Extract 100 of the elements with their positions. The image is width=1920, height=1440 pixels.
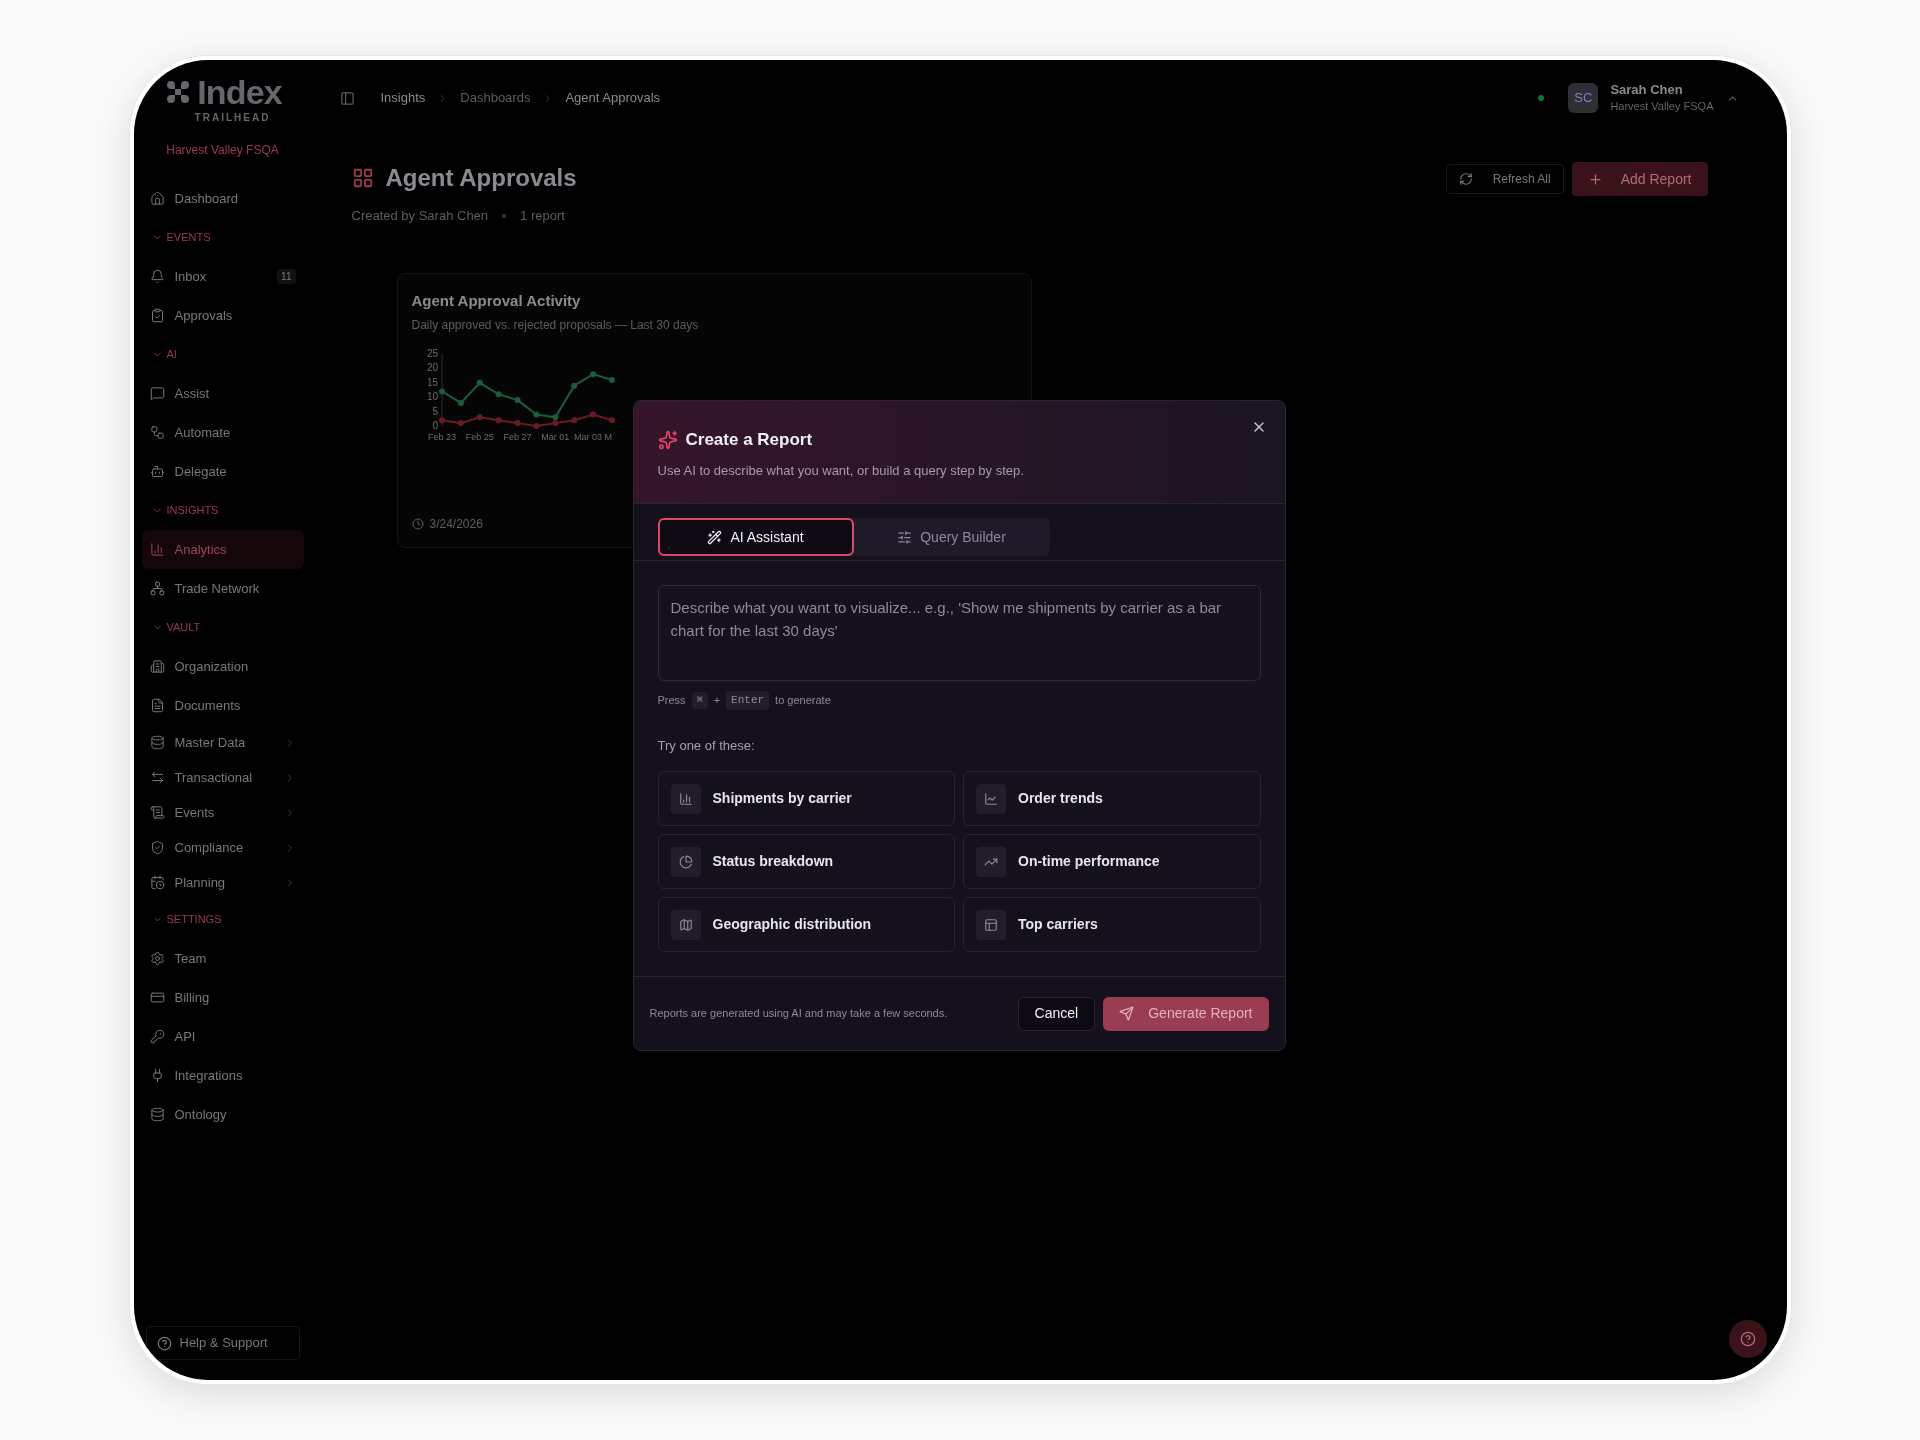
nav-icon xyxy=(149,425,165,440)
sidebar-item[interactable]: Inbox 11 xyxy=(141,257,304,296)
suggestion-button[interactable]: Top carriers xyxy=(963,897,1261,952)
sidebar-item[interactable]: Organization xyxy=(141,647,304,686)
x-tick-label: Feb 25 xyxy=(465,432,494,442)
breadcrumb-link[interactable]: Insights xyxy=(380,88,426,108)
breadcrumb-link[interactable]: Dashboards xyxy=(460,88,531,108)
tab[interactable]: Query Builder xyxy=(853,518,1050,556)
org-name: Harvest Valley FSQA xyxy=(166,142,279,159)
y-tick-label: 20 xyxy=(426,362,438,374)
sidebar-item[interactable]: Compliance xyxy=(141,830,304,865)
nav-icon xyxy=(149,542,165,557)
suggestion-button[interactable]: Status breakdown xyxy=(657,834,955,889)
nav-icon xyxy=(149,698,165,713)
y-axis: 0 5 10 15 20 25 xyxy=(426,348,442,431)
clock-icon xyxy=(411,517,424,530)
help-support-button[interactable]: Help & Support xyxy=(145,1326,300,1360)
card-title: Agent Approval Activity xyxy=(411,290,582,311)
data-point xyxy=(476,379,483,386)
prompt-field[interactable]: Describe what you want to visualize... e.g., 'Show me shipments by carrier as a bar chart for the last 30 days' xyxy=(657,585,1261,681)
suggestion-button[interactable]: Shipments by carrier xyxy=(657,771,955,826)
send-icon xyxy=(1119,1006,1135,1021)
hint-text: to generate xyxy=(775,693,831,708)
data-point xyxy=(589,411,596,418)
nav-icon xyxy=(149,951,165,966)
sidebar-item[interactable]: Documents xyxy=(141,686,304,725)
user-name: Sarah Chen xyxy=(1610,82,1684,98)
sidebar-item[interactable]: Trade Network xyxy=(141,569,304,608)
section-header[interactable]: INSIGHTS xyxy=(133,491,312,530)
sidebar-item[interactable]: Delegate xyxy=(141,452,304,491)
y-tick-label: 10 xyxy=(426,391,438,403)
data-point xyxy=(608,417,615,424)
help-icon xyxy=(156,1335,172,1351)
nav-icon xyxy=(149,308,165,323)
suggestions-label: Try one of these: xyxy=(657,736,756,755)
sidebar-item[interactable]: API xyxy=(141,1017,304,1056)
breadcrumb-link[interactable]: Agent Approvals xyxy=(565,88,661,108)
chart-type-icon xyxy=(976,846,1006,877)
add-report-button[interactable]: Add Report xyxy=(1571,162,1708,196)
nav-icon xyxy=(149,840,165,855)
sidebar-item[interactable]: Ontology xyxy=(141,1095,304,1134)
nav-icon xyxy=(149,269,165,284)
sidebar-item[interactable]: Events xyxy=(141,795,304,830)
sidebar-item[interactable]: Automate xyxy=(141,413,304,452)
x-tick-label: Feb 27 xyxy=(503,432,532,442)
data-point xyxy=(532,411,539,418)
nav-icon xyxy=(149,386,165,401)
x-tick-label: Mar 03 M xyxy=(573,432,612,442)
suggestion-button[interactable]: Geographic distribution xyxy=(657,897,955,952)
page-meta: Created by Sarah Chen xyxy=(351,207,489,225)
suggestion-button[interactable]: On-time performance xyxy=(963,834,1261,889)
hint-text: + xyxy=(713,693,721,708)
sidebar-item[interactable]: Master Data xyxy=(141,725,304,760)
sidebar-toggle-icon[interactable] xyxy=(339,90,355,106)
nav-icon xyxy=(149,735,165,750)
nav-icon xyxy=(149,659,165,674)
key-cap: ⌘ xyxy=(691,691,708,709)
hint-text: Press xyxy=(657,693,686,708)
dialog-title: Create a Report xyxy=(685,429,813,451)
user-org: Harvest Valley FSQA xyxy=(1610,99,1714,114)
data-point xyxy=(495,391,502,398)
nav-icon xyxy=(149,1107,165,1122)
nav-icon xyxy=(149,191,165,206)
page-meta: 1 report xyxy=(520,207,565,225)
sidebar-item[interactable]: Approvals xyxy=(141,296,304,335)
section-header[interactable]: SETTINGS xyxy=(133,900,312,939)
section-header[interactable]: EVENTS xyxy=(133,218,312,257)
sidebar-item[interactable]: Analytics xyxy=(141,530,304,569)
sidebar-item[interactable]: Transactional xyxy=(141,760,304,795)
y-tick-label: 15 xyxy=(426,376,438,388)
data-point xyxy=(438,417,445,424)
help-button[interactable] xyxy=(1728,1320,1767,1358)
chart-type-icon xyxy=(976,909,1006,940)
help-icon xyxy=(1739,1331,1756,1347)
sidebar-item[interactable]: Dashboard xyxy=(141,179,304,218)
sidebar-item[interactable]: Billing xyxy=(141,978,304,1017)
suggestion-button[interactable]: Order trends xyxy=(963,771,1261,826)
y-tick-label: 5 xyxy=(431,405,438,417)
data-point xyxy=(532,423,539,429)
section-header[interactable]: AI xyxy=(133,335,312,374)
data-point xyxy=(570,382,577,389)
key-cap: Enter xyxy=(726,691,770,710)
count-badge: 11 xyxy=(277,269,296,284)
dialog-subtitle: Use AI to describe what you want, or build a query step by step. xyxy=(657,461,1025,480)
nav-icon xyxy=(149,1029,165,1044)
cancel-button[interactable]: Cancel xyxy=(1017,996,1096,1031)
nav-icon xyxy=(149,770,165,785)
sidebar-item[interactable]: Integrations xyxy=(141,1056,304,1095)
chart-type-icon xyxy=(670,909,701,940)
x-tick-label: Mar 01 xyxy=(540,432,569,442)
y-tick-label: 25 xyxy=(426,348,438,359)
tab[interactable]: AI Assistant xyxy=(657,518,854,556)
sidebar-item[interactable]: Assist xyxy=(141,374,304,413)
nav-icon xyxy=(149,464,165,479)
data-point xyxy=(514,397,521,404)
section-header[interactable]: VAULT xyxy=(133,608,312,647)
sidebar-item[interactable]: Team xyxy=(141,939,304,978)
refresh-all-button[interactable]: Refresh All xyxy=(1445,164,1564,194)
chart-type-icon xyxy=(670,846,701,877)
sidebar-item[interactable]: Planning xyxy=(141,865,304,900)
